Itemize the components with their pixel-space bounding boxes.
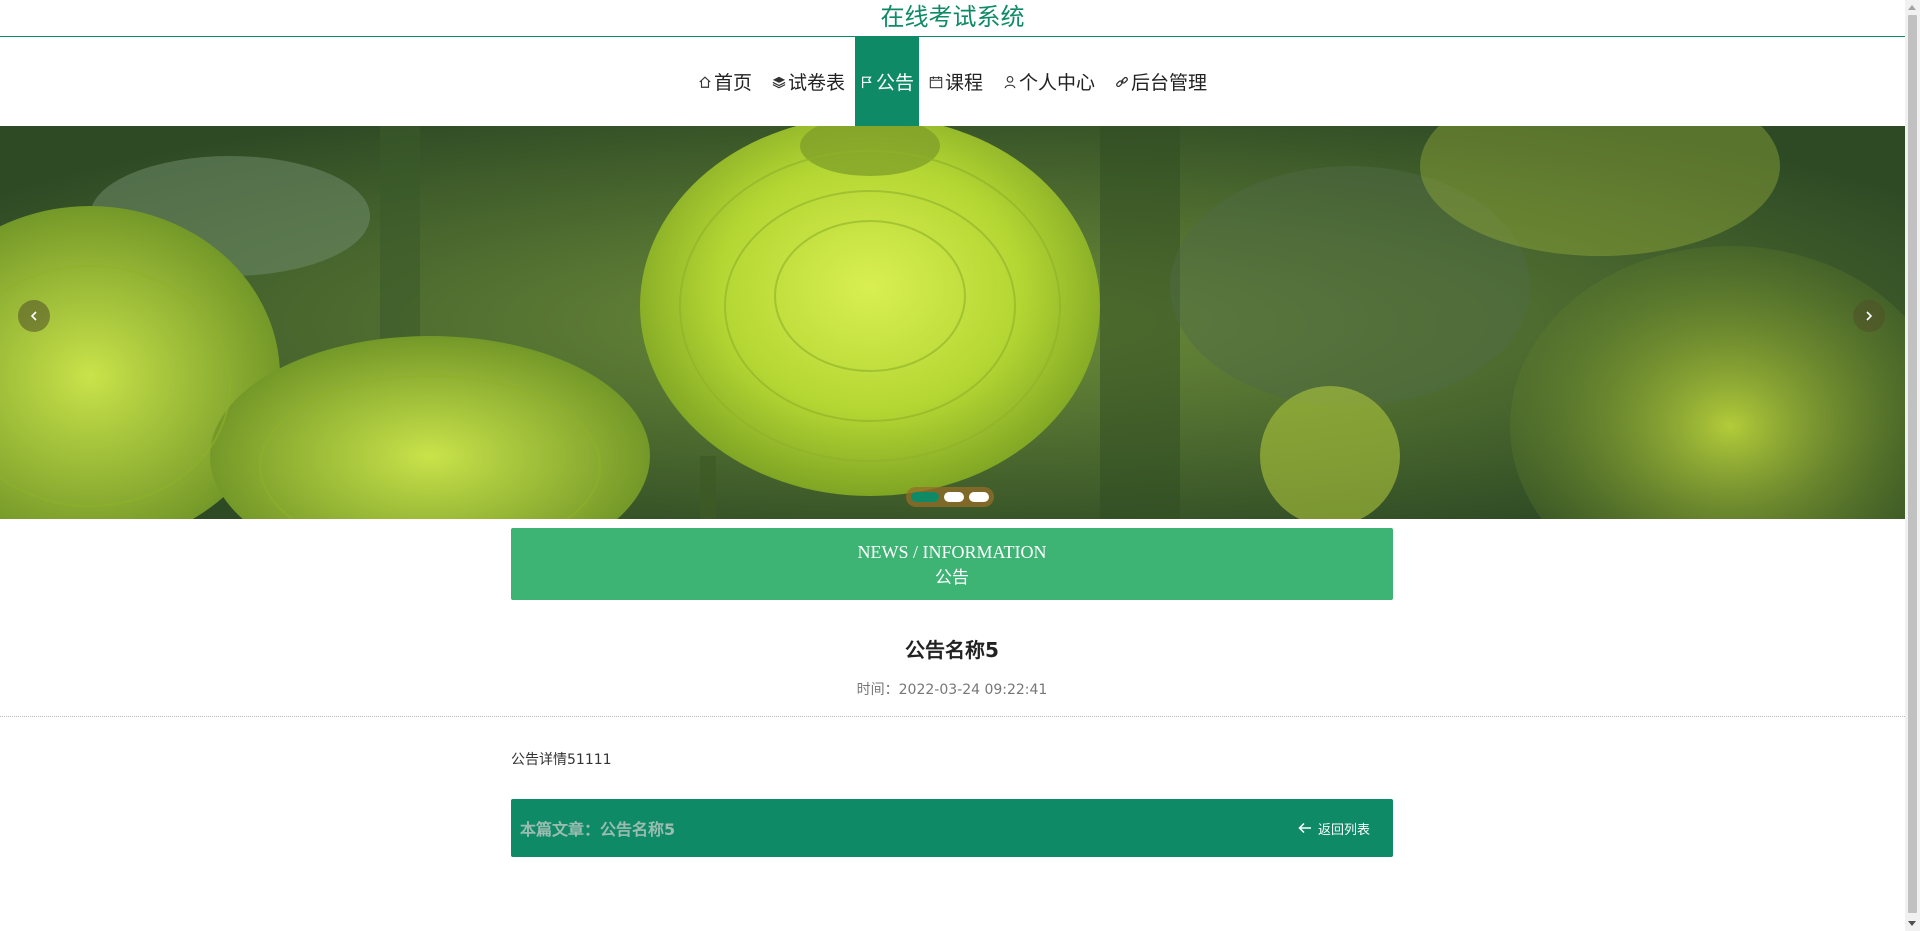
calendar-icon — [929, 75, 943, 88]
site-header: 在线考试系统 — [0, 0, 1905, 37]
current-article: 本篇文章：公告名称5 — [520, 816, 675, 840]
carousel-next-button[interactable] — [1853, 300, 1885, 332]
carousel-indicators — [906, 487, 994, 507]
divider — [0, 716, 1905, 717]
banner-carousel — [0, 126, 1905, 519]
back-to-list-label: 返回列表 — [1317, 822, 1370, 838]
nav-item-papers[interactable]: 试卷表 — [762, 37, 855, 126]
scroll-down-icon[interactable] — [1908, 921, 1916, 926]
scroll-up-icon[interactable] — [1908, 5, 1916, 10]
nav-item-label: 公告 — [875, 72, 914, 94]
carousel-dot[interactable] — [969, 492, 989, 502]
article-title: 公告名称5 — [905, 638, 999, 662]
flag-icon — [861, 76, 872, 88]
current-article-title: 公告名称5 — [600, 820, 676, 839]
site-title: 在线考试系统 — [880, 3, 1025, 31]
article-footer-bar: 本篇文章：公告名称5 返回列表 — [511, 799, 1393, 857]
nav-item-notice[interactable]: 公告 — [854, 37, 919, 126]
carousel-dot[interactable] — [911, 492, 939, 502]
arrow-left-icon — [1298, 822, 1311, 834]
link-icon — [1116, 76, 1128, 87]
nav-item-label: 个人中心 — [1019, 72, 1096, 94]
section-header: NEWS / INFORMATION 公告 — [511, 528, 1393, 600]
carousel-dot[interactable] — [944, 492, 964, 502]
section-title-en: NEWS / INFORMATION — [857, 542, 1047, 562]
nav-item-label: 首页 — [713, 72, 752, 94]
home-icon — [699, 75, 711, 88]
scrollbar-thumb[interactable] — [1908, 15, 1917, 913]
nav-item-label: 后台管理 — [1131, 72, 1208, 94]
section-title-cn: 公告 — [935, 568, 969, 587]
nav-item-profile[interactable]: 个人中心 — [993, 37, 1105, 126]
chevron-right-icon — [1866, 311, 1873, 321]
time-label: 时间： — [856, 682, 899, 698]
main-nav: 首页 试卷表 公告 课程 个人中心 后台管理 — [0, 37, 1905, 126]
nav-item-label: 课程 — [945, 72, 984, 94]
article-content: 公告详情51111 — [511, 752, 612, 768]
nav-item-courses[interactable]: 课程 — [919, 37, 993, 126]
back-to-list-link[interactable]: 返回列表 — [1298, 819, 1383, 838]
current-article-label: 本篇文章： — [520, 820, 601, 839]
nav-item-home[interactable]: 首页 — [688, 37, 762, 126]
user-icon — [1004, 75, 1016, 88]
carousel-prev-button[interactable] — [18, 300, 50, 332]
page-scrollbar[interactable] — [1905, 0, 1920, 931]
nav-item-label: 试卷表 — [787, 72, 845, 94]
layers-icon — [772, 76, 786, 88]
chevron-left-icon — [30, 311, 37, 321]
article-time: 时间：2022-03-24 09:22:41 — [511, 679, 1393, 699]
banner-image — [0, 126, 1905, 519]
nav-item-admin[interactable]: 后台管理 — [1105, 37, 1217, 126]
time-value: 2022-03-24 09:22:41 — [898, 682, 1048, 698]
